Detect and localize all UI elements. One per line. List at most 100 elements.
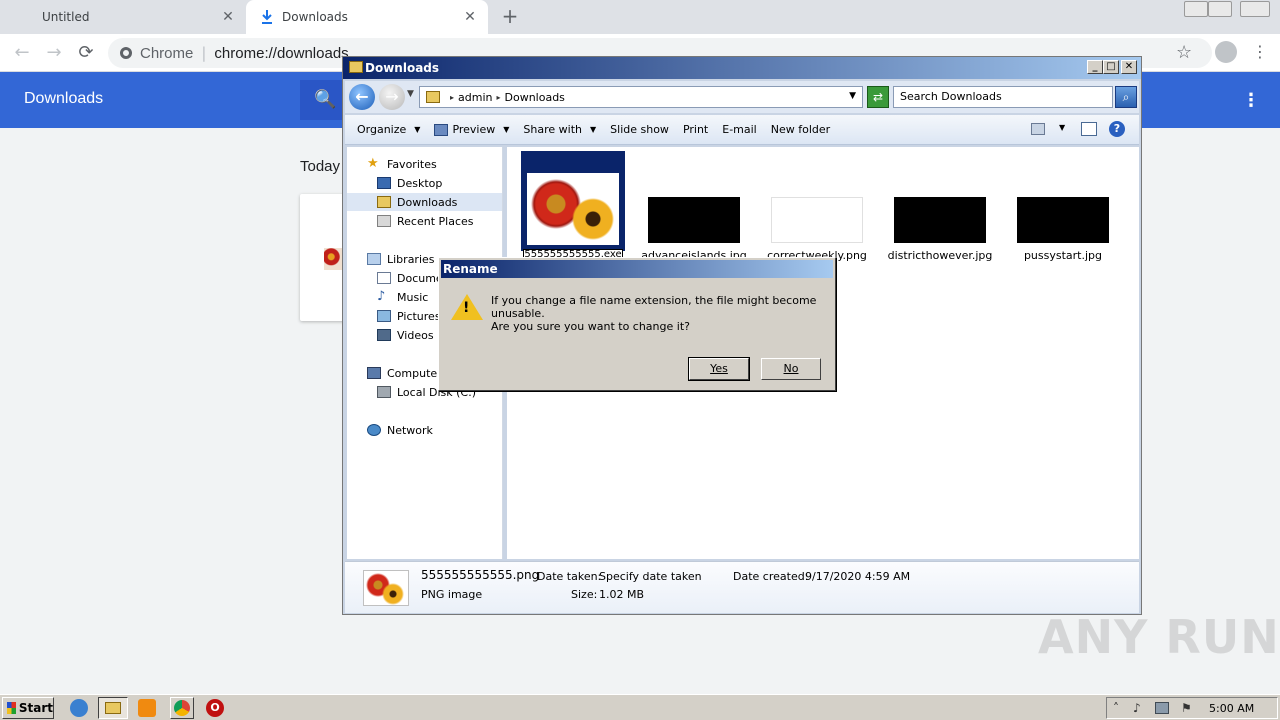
network-tray-icon[interactable] bbox=[1155, 702, 1169, 714]
file-name: pussystart.jpg bbox=[1023, 249, 1103, 262]
minimize-button[interactable]: _ bbox=[1087, 60, 1103, 74]
taskbar-chrome-button[interactable] bbox=[170, 697, 194, 719]
chevron-down-icon[interactable]: ▼ bbox=[1059, 123, 1065, 132]
help-icon[interactable]: ? bbox=[1109, 121, 1125, 137]
new-folder-button[interactable]: New folder bbox=[771, 123, 830, 136]
new-tab-button[interactable]: + bbox=[499, 5, 521, 27]
sidebar-item-downloads[interactable]: Downloads bbox=[347, 193, 502, 211]
history-dropdown-icon[interactable]: ▼ bbox=[407, 89, 414, 99]
search-icon[interactable]: ⌕ bbox=[1115, 86, 1137, 108]
close-icon[interactable]: ✕ bbox=[462, 9, 478, 25]
sidebar-item-music[interactable]: ♪ Music bbox=[377, 288, 428, 306]
speaker-icon[interactable]: ♪ bbox=[1133, 701, 1141, 715]
sidebar-item-label: Videos bbox=[397, 328, 434, 342]
chevron-down-icon[interactable]: ▼ bbox=[849, 91, 856, 101]
chrome-icon bbox=[174, 700, 190, 716]
reload-button[interactable]: ⟳ bbox=[74, 41, 98, 65]
preview-pane-icon[interactable] bbox=[1081, 122, 1097, 136]
email-button[interactable]: E-mail bbox=[722, 123, 757, 136]
sidebar-item-recent-places[interactable]: Recent Places bbox=[377, 212, 474, 230]
sidebar-item-label: Downloads bbox=[397, 195, 458, 209]
action-center-flag-icon[interactable]: ⚑ bbox=[1181, 701, 1192, 715]
file-item[interactable]: correctweekly.png bbox=[762, 197, 872, 262]
tab-downloads[interactable]: Downloads ✕ bbox=[246, 0, 488, 34]
breadcrumb[interactable]: ▸ admin ▸ Downloads ▼ bbox=[419, 86, 863, 108]
taskbar-explorer-button[interactable] bbox=[98, 697, 128, 719]
yes-button[interactable]: Yes bbox=[688, 357, 750, 381]
internet-explorer-icon[interactable] bbox=[70, 699, 88, 717]
print-button[interactable]: Print bbox=[683, 123, 708, 136]
sidebar-item-desktop[interactable]: Desktop bbox=[377, 174, 442, 192]
media-player-icon[interactable] bbox=[138, 699, 156, 717]
maximize-button[interactable]: □ bbox=[1103, 60, 1119, 74]
breadcrumb-item-downloads[interactable]: Downloads bbox=[505, 91, 565, 104]
explorer-titlebar[interactable]: Downloads _ □ ✕ bbox=[343, 57, 1141, 79]
preview-button[interactable]: Preview ▼ bbox=[434, 123, 509, 136]
sidebar-item-label: Pictures bbox=[397, 309, 441, 323]
sidebar-item-pictures[interactable]: Pictures bbox=[377, 307, 441, 325]
back-button[interactable]: ← bbox=[10, 41, 34, 65]
downloads-folder-icon bbox=[377, 196, 391, 208]
slide-show-button[interactable]: Slide show bbox=[610, 123, 669, 136]
file-item[interactable]: adyancejslands.jpg bbox=[639, 197, 749, 262]
sidebar-item-libraries[interactable]: Libraries bbox=[367, 250, 435, 268]
clock[interactable]: 5:00 AM bbox=[1209, 702, 1254, 715]
image-thumbnail bbox=[771, 197, 863, 243]
sidebar-item-label: Recent Places bbox=[397, 214, 474, 228]
share-with-button[interactable]: Share with ▼ bbox=[523, 123, 596, 136]
sidebar-item-videos[interactable]: Videos bbox=[377, 326, 434, 344]
chrome-tabstrip: Untitled ✕ Downloads ✕ + bbox=[0, 0, 1280, 34]
folder-icon bbox=[426, 91, 440, 103]
libraries-icon bbox=[367, 253, 381, 265]
folder-icon bbox=[105, 702, 121, 714]
maximize-button[interactable] bbox=[1208, 1, 1232, 17]
search-input[interactable]: Search Downloads bbox=[893, 86, 1113, 108]
desktop-icon bbox=[377, 177, 391, 189]
file-item[interactable]: districthowever.jpg bbox=[885, 197, 995, 262]
back-arrow-icon[interactable]: ← bbox=[349, 84, 375, 110]
file-name: districthowever.jpg bbox=[887, 249, 993, 262]
minimize-button[interactable] bbox=[1184, 1, 1208, 17]
anyrun-watermark-logo: ANY RUN bbox=[1038, 610, 1280, 664]
close-button[interactable]: ✕ bbox=[1121, 60, 1137, 74]
sidebar-item-favorites[interactable]: ★ Favorites bbox=[367, 155, 437, 173]
start-label: Start bbox=[18, 701, 53, 715]
file-item[interactable]: pussystart.jpg bbox=[1008, 197, 1118, 262]
flower-image-thumbnail bbox=[527, 173, 619, 245]
chrome-menu-icon[interactable]: ⋮ bbox=[1252, 42, 1268, 61]
no-button[interactable]: No bbox=[761, 358, 821, 380]
dialog-titlebar[interactable]: Rename bbox=[441, 260, 833, 278]
chevron-down-icon: ▼ bbox=[590, 125, 597, 134]
sidebar-item-computer[interactable]: Computer bbox=[367, 364, 442, 382]
chevron-down-icon: ▼ bbox=[414, 125, 421, 134]
start-button[interactable]: Start bbox=[2, 697, 54, 719]
forward-arrow-icon[interactable]: → bbox=[379, 84, 405, 110]
refresh-icon[interactable]: ⇄ bbox=[867, 86, 889, 108]
command-bar: Organize ▼ Preview ▼ Share with ▼ Slide sho… bbox=[345, 115, 1139, 145]
bookmark-star-icon[interactable]: ☆ bbox=[1176, 42, 1192, 63]
tab-untitled[interactable]: Untitled ✕ bbox=[0, 0, 246, 34]
chevron-right-icon[interactable]: ▸ bbox=[496, 93, 500, 102]
yellow-flower-icon bbox=[571, 197, 615, 241]
omnibox-scheme-label: Chrome bbox=[140, 44, 194, 62]
organize-button[interactable]: Organize ▼ bbox=[357, 123, 420, 136]
page-title: Downloads bbox=[24, 90, 104, 107]
chevron-up-icon[interactable]: ˄ bbox=[1113, 701, 1119, 715]
profile-avatar-icon[interactable] bbox=[1215, 41, 1237, 63]
omnibox-url[interactable]: chrome://downloads bbox=[214, 45, 348, 62]
change-view-icon[interactable] bbox=[1031, 123, 1045, 135]
file-item-selected[interactable]: 555555555555.exe bbox=[521, 151, 625, 261]
explorer-address-bar: ← → ▼ ▸ admin ▸ Downloads ▼ ⇄ Search Dow… bbox=[345, 81, 1139, 113]
more-menu-icon[interactable]: ⋮ bbox=[1242, 90, 1260, 111]
breadcrumb-item-admin[interactable]: admin bbox=[458, 91, 492, 104]
videos-icon bbox=[377, 329, 391, 341]
opera-icon[interactable]: O bbox=[206, 699, 224, 717]
close-icon[interactable]: ✕ bbox=[220, 9, 236, 25]
close-button[interactable] bbox=[1240, 1, 1270, 17]
date-taken-value[interactable]: Specify date taken bbox=[599, 570, 702, 583]
sidebar-item-network[interactable]: Network bbox=[367, 421, 433, 439]
chevron-right-icon[interactable]: ▸ bbox=[450, 93, 454, 102]
forward-button[interactable]: → bbox=[42, 41, 66, 65]
preview-icon bbox=[434, 123, 449, 136]
rename-dialog: Rename ! If you change a file name exten… bbox=[438, 257, 836, 391]
